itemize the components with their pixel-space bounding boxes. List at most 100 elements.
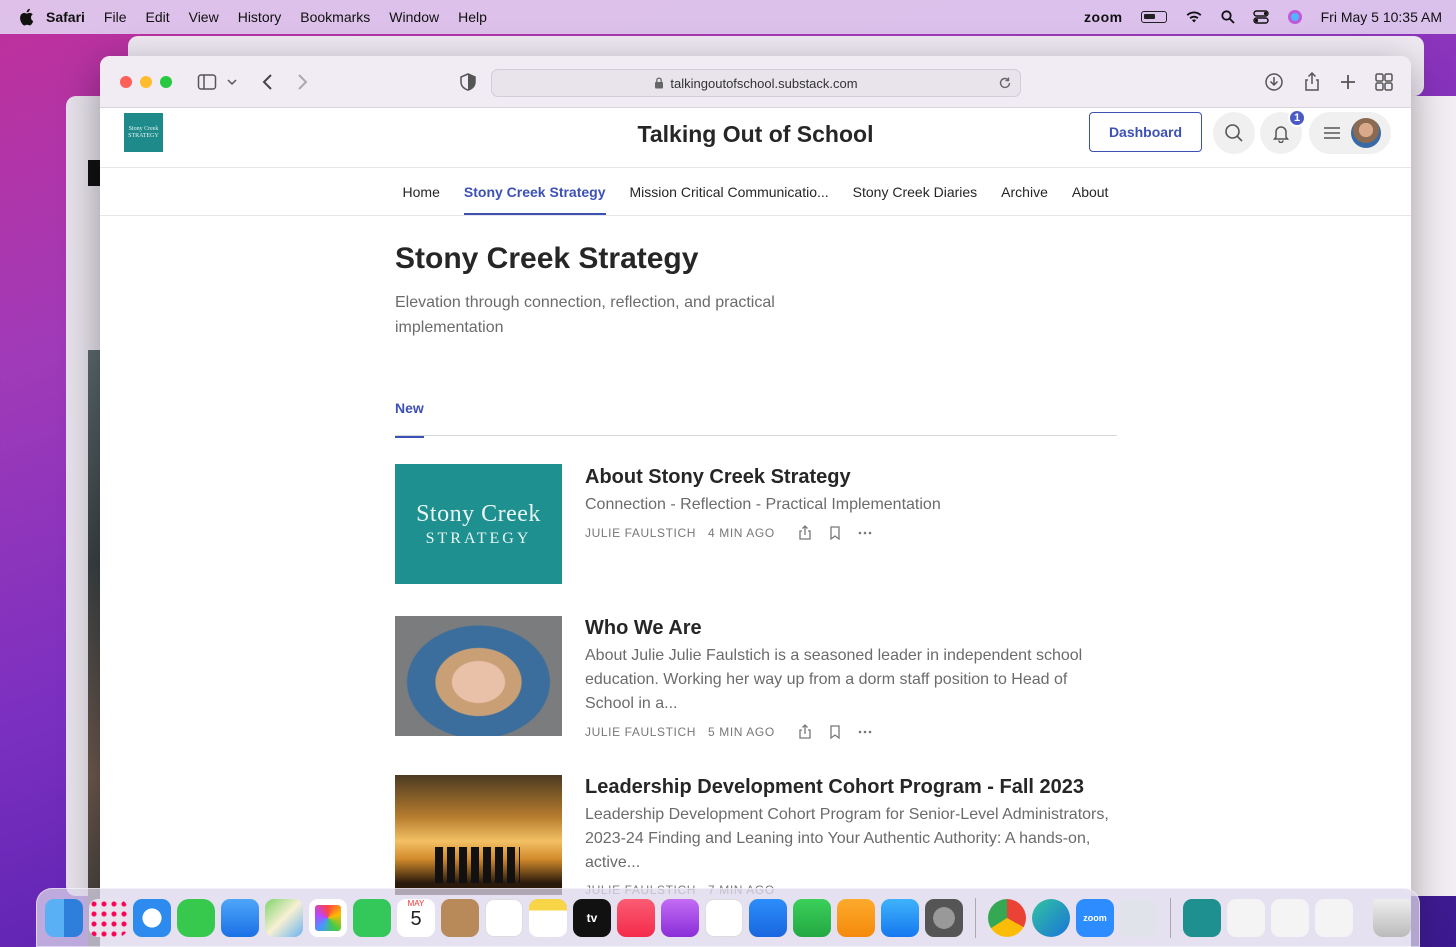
menu-window[interactable]: Window — [389, 9, 439, 25]
spotlight-search-icon[interactable] — [1221, 10, 1235, 24]
share-icon[interactable] — [1302, 72, 1322, 92]
post-subtitle[interactable]: About Julie Julie Faulstich is a seasone… — [585, 644, 1115, 716]
search-icon — [1225, 124, 1243, 142]
safari-icon[interactable] — [133, 898, 171, 937]
nav-item-mission-critical[interactable]: Mission Critical Communicatio... — [618, 168, 841, 215]
post-thumbnail[interactable]: Stony Creek STRATEGY — [395, 464, 562, 584]
bookmark-icon[interactable] — [827, 525, 843, 541]
post-title[interactable]: About Stony Creek Strategy — [585, 466, 1115, 489]
calendar-day: 5 — [410, 907, 422, 930]
nav-item-archive[interactable]: Archive — [989, 168, 1060, 215]
menu-view[interactable]: View — [189, 9, 219, 25]
minimized-window-thumbnail[interactable] — [1227, 898, 1265, 937]
tab-overview-icon[interactable] — [1374, 72, 1394, 92]
silhouette-group-graphic — [435, 847, 520, 883]
window-controls — [120, 75, 172, 88]
post-author[interactable]: JULIE FAULSTICH — [585, 725, 696, 739]
downloads-icon[interactable] — [1264, 72, 1284, 92]
menu-edit[interactable]: Edit — [145, 9, 169, 25]
menu-bar-status-area: zoom Fri May 5 10:35 AM — [1084, 9, 1442, 25]
menu-bar-clock[interactable]: Fri May 5 10:35 AM — [1321, 9, 1442, 25]
mail-icon[interactable] — [221, 898, 259, 937]
zoom-app-icon[interactable]: zoom — [1076, 898, 1114, 937]
numbers-icon[interactable] — [793, 898, 831, 937]
dashboard-button[interactable]: Dashboard — [1089, 112, 1202, 152]
sidebar-toggle-icon[interactable] — [197, 72, 217, 92]
menu-bookmarks[interactable]: Bookmarks — [300, 9, 370, 25]
back-arrow-icon[interactable] — [258, 72, 278, 92]
post-title[interactable]: Leadership Development Cohort Program - … — [585, 776, 1115, 799]
lock-icon — [655, 77, 664, 89]
section-content: Stony Creek Strategy Elevation through c… — [395, 216, 1117, 438]
reminders-icon[interactable] — [485, 898, 523, 937]
nav-item-stony-creek-diaries[interactable]: Stony Creek Diaries — [841, 168, 990, 215]
calendar-icon[interactable]: MAY 5 — [397, 898, 435, 937]
siri-icon[interactable] — [1287, 9, 1303, 25]
search-button[interactable] — [1213, 112, 1255, 154]
control-center-icon[interactable] — [1252, 10, 1269, 24]
minimize-window-button[interactable] — [140, 75, 152, 88]
nav-item-home[interactable]: Home — [391, 168, 452, 215]
address-bar-url: talkingoutofschool.substack.com — [670, 75, 858, 91]
menu-app-name[interactable]: Safari — [46, 9, 85, 25]
photos-icon[interactable] — [309, 898, 347, 937]
keynote-icon[interactable] — [749, 898, 787, 937]
zoom-window-button[interactable] — [160, 75, 172, 88]
minimized-window-thumbnail[interactable] — [1271, 898, 1309, 937]
calendar-month: MAY — [407, 898, 425, 908]
contacts-icon[interactable] — [441, 898, 479, 937]
new-tab-plus-icon[interactable] — [1338, 72, 1358, 92]
post-subtitle[interactable]: Leadership Development Cohort Program fo… — [585, 803, 1115, 875]
post-title[interactable]: Who We Are — [585, 617, 1115, 640]
music-icon[interactable] — [617, 898, 655, 937]
apple-icon[interactable] — [18, 8, 34, 26]
apple-tv-icon[interactable]: tv — [573, 898, 611, 937]
share-icon[interactable] — [797, 724, 813, 740]
minimized-window-thumbnail[interactable] — [1315, 898, 1353, 937]
chevron-down-icon[interactable] — [226, 72, 238, 92]
nav-item-stony-creek-strategy[interactable]: Stony Creek Strategy — [452, 168, 618, 215]
post-time: 4 MIN AGO — [708, 526, 775, 540]
messages-icon[interactable] — [177, 898, 215, 937]
menu-history[interactable]: History — [238, 9, 282, 25]
notes-icon[interactable] — [529, 898, 567, 937]
battery-icon[interactable] — [1140, 11, 1167, 23]
post-thumbnail-sunset[interactable] — [395, 775, 562, 895]
minimized-window-thumbnail[interactable] — [1183, 898, 1221, 937]
pages-icon[interactable] — [837, 898, 875, 937]
section-title: Stony Creek Strategy — [395, 242, 699, 275]
forward-arrow-icon[interactable] — [292, 72, 312, 92]
tab-new[interactable]: New — [395, 400, 424, 438]
chrome-icon[interactable] — [988, 898, 1026, 937]
nav-item-about[interactable]: About — [1060, 168, 1121, 215]
app-store-icon[interactable] — [881, 898, 919, 937]
thumbnail-logo-text: Stony Creek — [416, 500, 541, 527]
zoom-status-item[interactable]: zoom — [1084, 9, 1123, 25]
reload-icon[interactable] — [998, 76, 1012, 90]
wifi-icon[interactable] — [1185, 10, 1203, 24]
post-author[interactable]: JULIE FAULSTICH — [585, 526, 696, 540]
share-icon[interactable] — [797, 525, 813, 541]
facetime-icon[interactable] — [353, 898, 391, 937]
news-icon[interactable] — [705, 898, 743, 937]
launchpad-icon[interactable] — [89, 898, 127, 937]
finder-icon[interactable] — [45, 898, 83, 937]
menu-help[interactable]: Help — [458, 9, 487, 25]
trash-icon[interactable] — [1373, 898, 1411, 937]
user-avatar[interactable] — [1351, 118, 1381, 148]
edge-icon[interactable] — [1032, 898, 1070, 937]
post-thumbnail-portrait[interactable] — [395, 616, 562, 736]
post-subtitle[interactable]: Connection - Reflection - Practical Impl… — [585, 493, 1115, 517]
system-preferences-icon[interactable] — [925, 898, 963, 937]
preview-icon[interactable] — [1120, 898, 1158, 937]
podcasts-icon[interactable] — [661, 898, 699, 937]
bookmark-icon[interactable] — [827, 724, 843, 740]
more-options-icon[interactable] — [857, 525, 873, 541]
address-bar[interactable]: talkingoutofschool.substack.com — [491, 69, 1021, 97]
more-options-icon[interactable] — [857, 724, 873, 740]
menu-file[interactable]: File — [104, 9, 127, 25]
hamburger-menu-icon — [1324, 127, 1340, 139]
privacy-shield-icon[interactable] — [458, 72, 478, 92]
close-window-button[interactable] — [120, 75, 132, 88]
maps-icon[interactable] — [265, 898, 303, 937]
